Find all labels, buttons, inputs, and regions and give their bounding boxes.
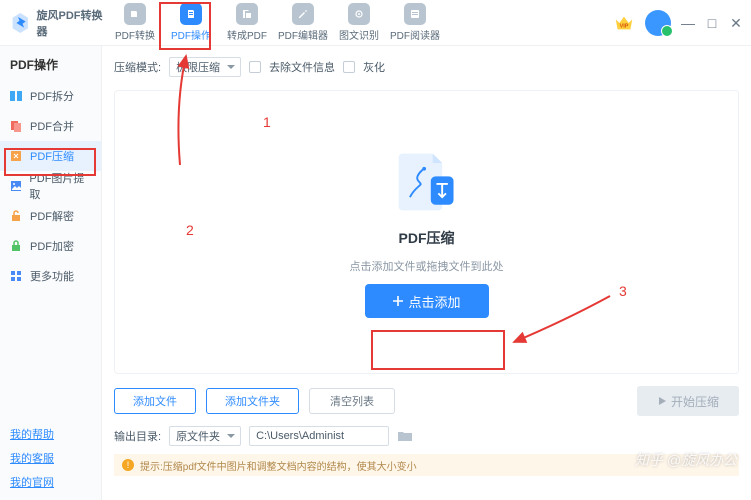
vip-icon[interactable]: VIP (613, 13, 635, 33)
logo-icon (8, 9, 33, 37)
output-label: 输出目录: (114, 428, 161, 444)
info-icon: ! (122, 459, 134, 471)
tab-pdf-editor[interactable]: PDF编辑器 (276, 1, 330, 45)
link-help[interactable]: 我的帮助 (10, 426, 91, 442)
app-name: 旋风PDF转换器 (37, 7, 104, 39)
output-path[interactable]: C:\Users\Administ (249, 426, 389, 446)
plus-icon (392, 295, 404, 307)
tip-text: 提示:压缩pdf文件中图片和调整文档内容的结构，使其大小变小 (140, 458, 417, 473)
sidebar-item-split[interactable]: PDF拆分 (0, 81, 101, 111)
watermark: 知乎 @旋风办公 (635, 450, 737, 470)
compress-mode-select[interactable]: 极限压缩 (169, 57, 241, 77)
tab-pdf-reader[interactable]: PDF阅读器 (388, 1, 442, 45)
sidebar-item-merge[interactable]: PDF合并 (0, 111, 101, 141)
button-bar: 添加文件 添加文件夹 清空列表 开始压缩 (114, 386, 739, 416)
drop-subtitle: 点击添加文件或拖拽文件到此处 (350, 258, 504, 274)
lock-icon (8, 238, 24, 254)
sidebar-item-extract-image[interactable]: PDF图片提取 (0, 171, 101, 201)
close-button[interactable]: ✕ (729, 16, 743, 30)
sidebar-item-decrypt[interactable]: PDF解密 (0, 201, 101, 231)
sidebar-header: PDF操作 (0, 46, 101, 81)
compress-file-icon (389, 146, 465, 218)
top-bar: 旋风PDF转换器 PDF转换 PDF操作 转成PDF PDF编辑器 图文识别 P… (0, 0, 751, 46)
checkbox-grayscale-label: 灰化 (363, 59, 385, 75)
tab-ocr[interactable]: 图文识别 (332, 1, 386, 45)
more-icon (8, 268, 24, 284)
link-support[interactable]: 我的客服 (10, 450, 91, 466)
unlock-icon (8, 208, 24, 224)
tab-to-pdf[interactable]: 转成PDF (220, 1, 274, 45)
app-logo: 旋风PDF转换器 (8, 7, 104, 39)
add-file-button[interactable]: 点击添加 (365, 284, 489, 318)
drop-zone[interactable]: PDF压缩 点击添加文件或拖拽文件到此处 点击添加 (114, 90, 739, 374)
checkbox-remove-info[interactable] (249, 61, 261, 73)
btn-add-folder[interactable]: 添加文件夹 (206, 388, 299, 414)
merge-icon (8, 118, 24, 134)
tab-pdf-convert[interactable]: PDF转换 (108, 1, 162, 45)
output-row: 输出目录: 原文件夹 C:\Users\Administ (114, 426, 739, 446)
sidebar-footer: 我的帮助 我的客服 我的官网 (0, 412, 101, 500)
user-avatar[interactable] (645, 10, 671, 36)
compress-mode-label: 压缩模式: (114, 59, 161, 75)
sidebar-item-encrypt[interactable]: PDF加密 (0, 231, 101, 261)
play-icon (657, 396, 667, 406)
tab-pdf-operate[interactable]: PDF操作 (164, 1, 218, 45)
options-row: 压缩模式: 极限压缩 去除文件信息 灰化 (114, 54, 739, 80)
btn-start-compress[interactable]: 开始压缩 (637, 386, 739, 416)
maximize-button[interactable]: □ (705, 16, 719, 30)
main-tabs: PDF转换 PDF操作 转成PDF PDF编辑器 图文识别 PDF阅读器 (108, 1, 442, 45)
output-folder-select[interactable]: 原文件夹 (169, 426, 241, 446)
svg-text:VIP: VIP (620, 23, 629, 29)
btn-add-file[interactable]: 添加文件 (114, 388, 196, 414)
minimize-button[interactable]: — (681, 16, 695, 30)
checkbox-grayscale[interactable] (343, 61, 355, 73)
split-icon (8, 88, 24, 104)
checkbox-remove-info-label: 去除文件信息 (269, 59, 335, 75)
sidebar-item-more[interactable]: 更多功能 (0, 261, 101, 291)
main-panel: 压缩模式: 极限压缩 去除文件信息 灰化 PDF压缩 点击添加文件或拖拽文件到此… (102, 46, 751, 500)
link-website[interactable]: 我的官网 (10, 474, 91, 490)
image-icon (8, 178, 23, 194)
sidebar-item-compress[interactable]: PDF压缩 (0, 141, 101, 171)
compress-icon (8, 148, 24, 164)
folder-open-icon[interactable] (397, 429, 413, 443)
btn-clear-list[interactable]: 清空列表 (309, 388, 395, 414)
sidebar: PDF操作 PDF拆分 PDF合并 PDF压缩 PDF图片提取 PDF解密 PD… (0, 46, 102, 500)
drop-title: PDF压缩 (399, 228, 455, 248)
window-controls: VIP — □ ✕ (613, 10, 743, 36)
